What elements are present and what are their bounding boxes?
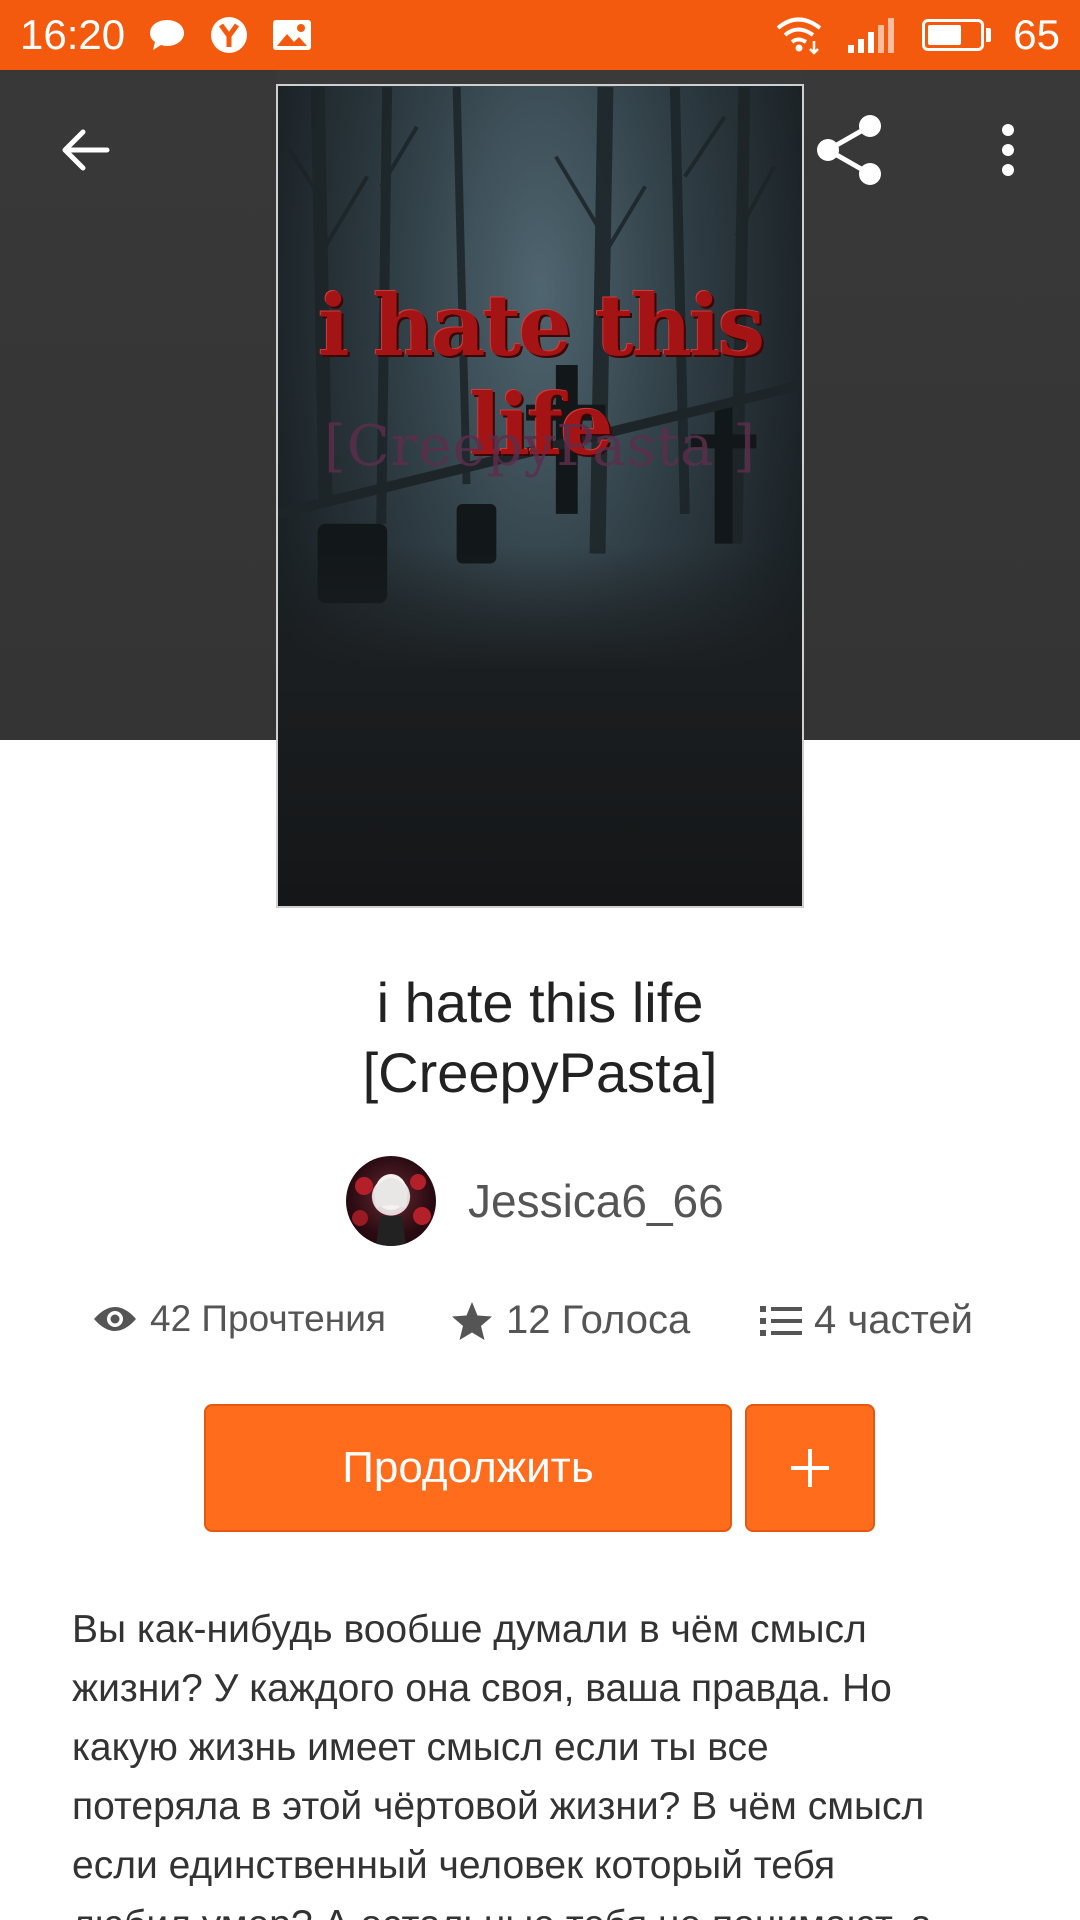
arrow-left-icon xyxy=(62,129,110,171)
wifi-icon xyxy=(774,15,824,55)
description-line: жизни? У каждого она своя, ваша правда. … xyxy=(72,1667,892,1710)
avatar[interactable] xyxy=(346,1156,436,1246)
status-left: 16:20 xyxy=(20,11,313,59)
battery-icon xyxy=(922,19,992,51)
share-button[interactable] xyxy=(810,110,890,190)
battery-percent: 65 xyxy=(1013,11,1060,58)
plus-icon xyxy=(791,1449,829,1487)
description-line: если единственный человек который тебя xyxy=(72,1844,836,1887)
list-icon xyxy=(760,1305,802,1336)
yandex-browser-icon xyxy=(209,15,249,55)
description-line: любил умер? А остальные тебя не понимают… xyxy=(72,1895,1022,1920)
story-description: Вы как-нибудь вообше думали в чём смысл … xyxy=(72,1600,1022,1920)
stat-parts: 4 частей xyxy=(760,1298,973,1343)
cover-subtitle-text: [CreepyPasta ] xyxy=(323,414,757,479)
story-stats: 42 Прочтения 12 Голоса 4 частей xyxy=(92,1298,992,1362)
description-line: Вы как-нибудь вообше думали в чём смысл xyxy=(72,1608,867,1651)
reads-count: 42 Прочтения xyxy=(150,1298,386,1339)
star-icon xyxy=(452,1301,492,1340)
author-link[interactable]: Jessica6_66 xyxy=(346,1156,724,1246)
stat-reads: 42 Прочтения xyxy=(92,1298,386,1340)
gallery-icon xyxy=(271,17,313,53)
continue-button-label: Продолжить xyxy=(342,1443,594,1492)
continue-reading-button[interactable]: Продолжить xyxy=(204,1404,732,1532)
share-icon xyxy=(817,115,881,185)
eye-icon xyxy=(94,1307,136,1331)
parts-count: 4 частей xyxy=(814,1298,973,1342)
add-to-library-button[interactable] xyxy=(745,1404,875,1532)
story-title-line-1: i hate this life xyxy=(376,971,704,1034)
more-vert-icon xyxy=(1002,124,1014,176)
description-line: потеряла в этой чёртовой жизни? В чём см… xyxy=(72,1785,925,1828)
story-cover-image[interactable]: i hate this life [CreepyPasta ] xyxy=(276,84,804,908)
description-line: какую жизнь имеет смысл если ты все xyxy=(72,1726,769,1769)
back-button[interactable] xyxy=(45,110,125,190)
status-bar: 16:20 65 xyxy=(0,0,1080,70)
chat-bubble-icon xyxy=(147,17,187,53)
signal-icon xyxy=(846,15,900,55)
votes-count: 12 Голоса xyxy=(506,1298,691,1342)
author-name: Jessica6_66 xyxy=(468,1175,724,1227)
story-title: i hate this life [CreepyPasta] xyxy=(0,968,1080,1108)
story-title-line-2: [CreepyPasta] xyxy=(362,1041,718,1104)
status-time: 16:20 xyxy=(20,11,126,58)
more-options-button[interactable] xyxy=(968,110,1048,190)
battery-fill xyxy=(928,25,961,45)
status-right: 65 xyxy=(774,11,1060,59)
stat-votes: 12 Голоса xyxy=(450,1298,690,1343)
